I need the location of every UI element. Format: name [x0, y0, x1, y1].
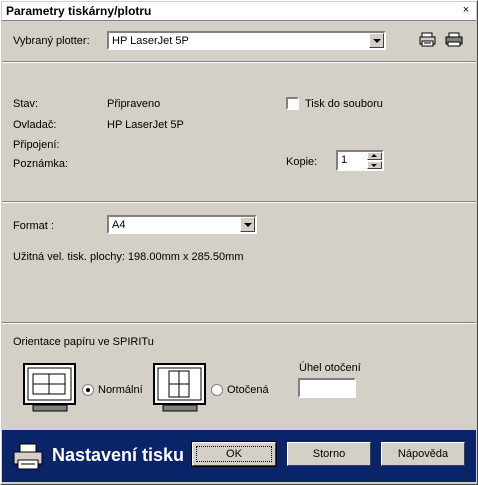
stav-label: Stav: — [13, 98, 39, 110]
window-title: Parametry tiskárny/plotru — [6, 4, 152, 18]
poznamka-label: Poznámka: — [13, 158, 69, 170]
monitor-landscape-icon — [23, 363, 76, 412]
plotter-select-value: HP LaserJet 5P — [112, 35, 189, 47]
orientation-normal-label: Normální — [98, 384, 143, 396]
copies-label: Kopie: — [286, 156, 318, 168]
rotation-angle-label: Úhel otočení — [299, 362, 361, 374]
stepper-down-icon[interactable] — [367, 161, 382, 169]
cancel-button[interactable]: Storno — [287, 442, 371, 466]
divider — [2, 322, 476, 324]
printer-icon[interactable] — [445, 32, 463, 48]
ovladac-label: Ovladač: — [13, 119, 57, 131]
help-button-label: Nápověda — [397, 448, 449, 460]
stepper-up-icon[interactable] — [367, 152, 382, 160]
plotter-select[interactable]: HP LaserJet 5P — [107, 31, 386, 50]
chevron-down-icon[interactable] — [240, 217, 255, 232]
print-settings-dialog: Parametry tiskárny/plotru × Vybraný plot… — [0, 0, 478, 485]
printer-icon — [13, 443, 43, 470]
orientation-rotated-radio[interactable] — [211, 384, 223, 396]
print-to-file-checkbox[interactable] — [286, 97, 299, 110]
close-button[interactable]: × — [459, 4, 473, 16]
print-to-file-label: Tisk do souboru — [305, 98, 383, 110]
ovladac-value: HP LaserJet 5P — [107, 119, 184, 131]
pripojeni-label: Připojení: — [13, 139, 60, 151]
format-label: Format : — [13, 220, 54, 232]
rotation-angle-input[interactable] — [298, 378, 356, 398]
printer-properties-icon[interactable] — [419, 32, 437, 48]
plotter-label: Vybraný plotter: — [13, 35, 90, 47]
footer-title: Nastavení tisku — [52, 445, 185, 465]
monitor-portrait-icon — [153, 363, 206, 412]
format-select-value: A4 — [112, 219, 126, 231]
divider — [2, 61, 476, 63]
format-select[interactable]: A4 — [107, 215, 257, 234]
title-bar: Parametry tiskárny/plotru × — [2, 2, 476, 21]
orientation-rotated-label: Otočená — [227, 384, 269, 396]
usable-area-text: Užitná vel. tisk. plochy: 198.00mm x 285… — [13, 251, 244, 263]
ok-button[interactable]: OK — [191, 441, 277, 467]
focus-rect — [196, 446, 272, 462]
chevron-down-icon[interactable] — [369, 33, 384, 48]
stav-value: Připraveno — [107, 98, 161, 110]
help-button[interactable]: Nápověda — [381, 442, 465, 466]
copies-value: 1 — [341, 154, 348, 166]
divider — [2, 201, 476, 203]
copies-stepper[interactable]: 1 — [336, 150, 384, 171]
orientation-normal-radio[interactable] — [82, 384, 94, 396]
orientation-group-label: Orientace papíru ve SPIRITu — [13, 336, 154, 348]
cancel-button-label: Storno — [312, 448, 346, 460]
